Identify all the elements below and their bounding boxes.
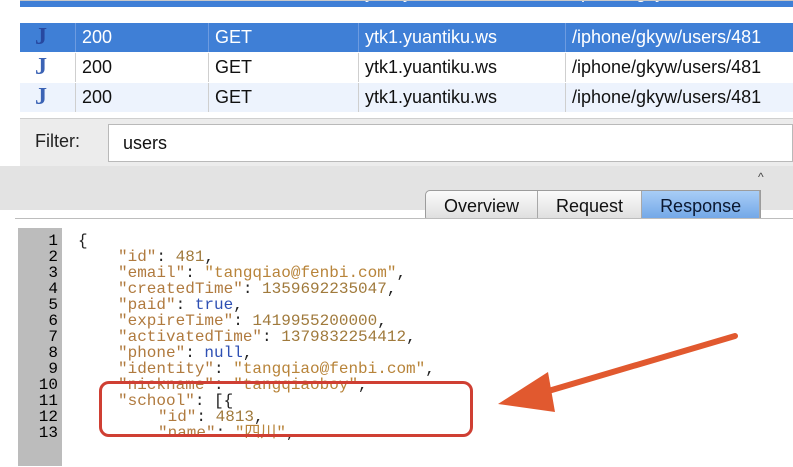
annotation-arrow-icon [498,333,738,412]
